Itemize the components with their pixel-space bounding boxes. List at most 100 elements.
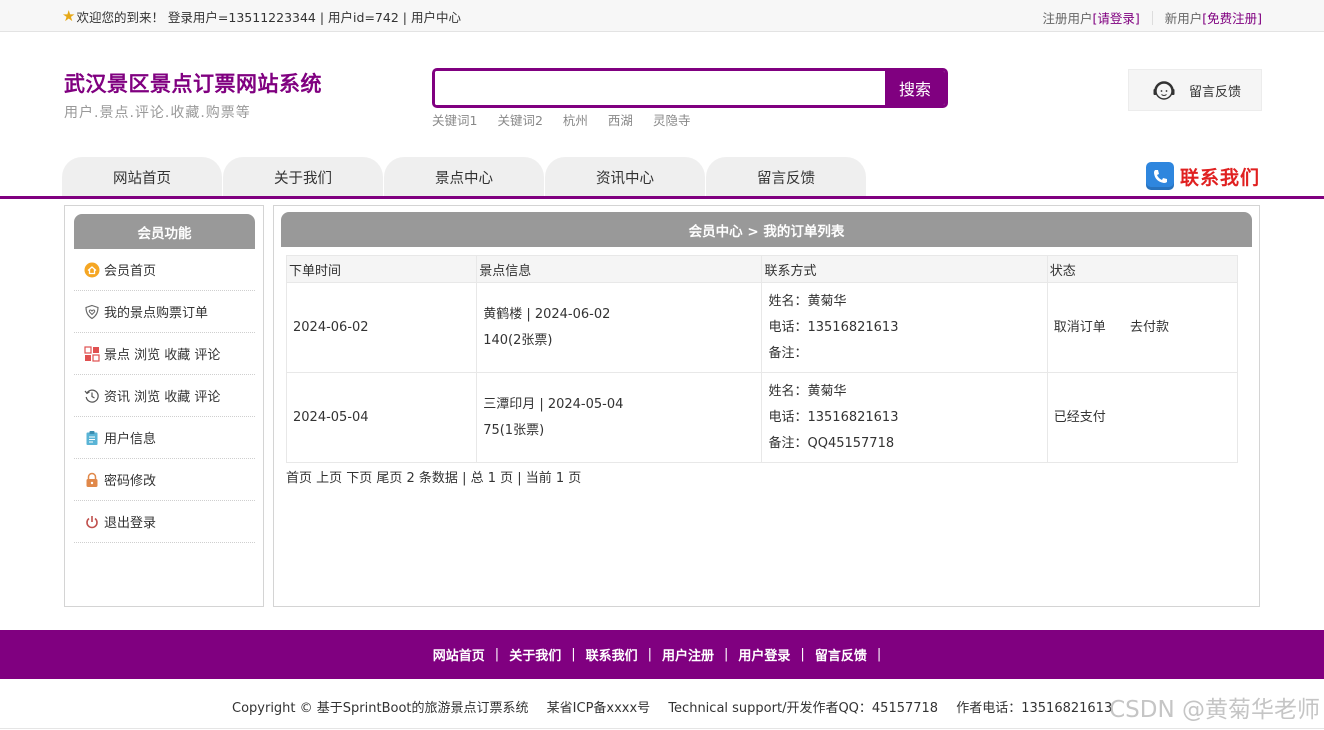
order-status: 取消订单 去付款 [1046,282,1239,373]
icp-number: 某省ICP备xxxx号 [546,701,651,716]
column-header: 景点信息 [476,255,763,283]
footer-nav: 网站首页 | 关于我们 | 联系我们 | 用户注册 | 用户登录 | 留言反馈 | [0,630,1324,679]
sidebar-item-label: 退出登录 [104,516,157,531]
login-link[interactable]: [请登录] [1092,8,1139,27]
free-register-link[interactable]: [免费注册] [1202,8,1262,27]
sidebar-item-member-home[interactable]: 会员首页 [74,249,255,291]
author-phone: 作者电话：13516821613 [956,701,1113,716]
nav-divider [0,196,1324,199]
cancel-order-link[interactable]: 取消订单 [1054,320,1106,335]
history-icon [84,388,100,404]
keyword-link[interactable]: 西湖 [608,110,633,129]
shield-heart-icon [84,304,100,320]
site-name[interactable]: 武汉景区景点订票网站系统 [64,68,322,98]
column-header: 联系方式 [761,255,1048,283]
footer-separator: | [876,647,882,662]
search-button[interactable]: 搜索 [885,71,945,105]
site-brand: 武汉景区景点订票网站系统 用户.景点.评论.收藏.购票等 [64,68,322,122]
sidebar-item-label: 会员首页 [104,264,157,279]
table-row: 2024-06-02 黄鹤楼 | 2024-06-02 140(2张票) 姓名：… [285,282,1239,373]
register-prefix: 注册用户 [1042,11,1093,26]
sidebar-item-label: 用户信息 [104,432,157,447]
headset-icon [1153,81,1175,100]
column-header: 下单时间 [285,255,478,283]
nav-item-home[interactable]: 网站首页 [62,157,222,197]
keyword-link[interactable]: 灵隐寺 [653,110,691,129]
nav-item-feedback[interactable]: 留言反馈 [706,157,866,197]
footer-link-feedback[interactable]: 留言反馈 [815,645,867,664]
keyword-link[interactable]: 杭州 [563,110,588,129]
clipboard-icon [84,430,100,446]
order-table: 下单时间 景点信息 联系方式 状态 2024-06-02 黄鹤楼 | 2024-… [285,255,1239,463]
member-sidebar: 会员功能 会员首页 我的景点购票订单 景点 浏览 收藏 评论 资讯 浏览 收藏 … [64,205,264,607]
spot-name-date: 黄鹤楼 | 2024-06-02 [483,306,611,322]
contact-note: 备注： [768,345,808,361]
phone-icon [1146,162,1174,190]
sidebar-menu: 会员首页 我的景点购票订单 景点 浏览 收藏 评论 资讯 浏览 收藏 评论 用户… [74,249,255,543]
newuser-prefix: 新用户 [1164,11,1203,26]
welcome-text[interactable]: 欢迎您的到来！ 登录用户=13511223344 | 用户id=742 | 用户… [76,7,461,26]
sidebar-title: 会员功能 [74,214,255,249]
footer-link-register[interactable]: 用户注册 [662,645,714,664]
order-panel: 会员中心 > 我的订单列表 下单时间 景点信息 联系方式 状态 2024-06-… [273,205,1260,607]
nav-item-news[interactable]: 资讯中心 [545,157,705,197]
copyright: Copyright © 基于SprintBoot的旅游景点订票系统 某省ICP备… [232,697,1126,716]
nav-item-spots[interactable]: 景点中心 [384,157,544,197]
footer-separator: | [571,647,576,662]
welcome-area: ★ 欢迎您的到来！ 登录用户=13511223344 | 用户id=742 | … [62,7,461,26]
nav-item-about[interactable]: 关于我们 [223,157,383,197]
sidebar-item-label: 景点 浏览 收藏 评论 [104,348,221,363]
contact-name: 姓名：黄菊华 [768,293,847,309]
search-bar: 搜索 [432,68,948,108]
order-date: 2024-05-04 [285,372,478,463]
footer-separator: | [800,647,805,662]
footer-link-contact[interactable]: 联系我们 [586,645,638,664]
sidebar-item-password[interactable]: 密码修改 [74,459,255,501]
contact-phone: 电话：13516821613 [768,319,899,335]
contact-phone: 电话：13516821613 [768,409,899,425]
watermark: CSDN @黄菊华老师 [1109,697,1320,723]
sidebar-item-label: 我的景点购票订单 [104,306,209,321]
sidebar-item-spots[interactable]: 景点 浏览 收藏 评论 [74,333,255,375]
search-keywords: 关键词1 关键词2 杭州 西湖 灵隐寺 [432,110,690,129]
footer-link-login[interactable]: 用户登录 [738,645,790,664]
footer-link-about[interactable]: 关于我们 [509,645,561,664]
pagination[interactable]: 首页 上页 下页 尾页 2 条数据 | 总 1 页 | 当前 1 页 [286,467,581,486]
footer-separator: | [647,647,652,662]
footer-link-home[interactable]: 网站首页 [433,645,485,664]
bottom-divider [0,728,1324,729]
sidebar-item-label: 密码修改 [104,474,157,489]
sidebar-item-orders[interactable]: 我的景点购票订单 [74,291,255,333]
contact-info: 姓名：黄菊华 电话：13516821613 备注：QQ45157718 [761,372,1048,463]
support-qq: Technical support/开发作者QQ：45157718 [668,701,939,716]
top-bar: ★ 欢迎您的到来！ 登录用户=13511223344 | 用户id=742 | … [0,0,1324,32]
keyword-link[interactable]: 关键词2 [497,110,542,129]
panel-title: 会员中心 > 我的订单列表 [281,212,1252,247]
contact-us[interactable]: 联系我们 [1146,162,1260,190]
star-icon: ★ [62,7,76,25]
sidebar-item-user-info[interactable]: 用户信息 [74,417,255,459]
pay-link[interactable]: 去付款 [1130,320,1169,335]
table-header-row: 下单时间 景点信息 联系方式 状态 [285,255,1239,283]
divider [1151,10,1153,25]
spot-price-tickets: 140(2张票) [483,332,553,348]
contact-info: 姓名：黄菊华 电话：13516821613 备注： [761,282,1048,373]
sidebar-item-label: 资讯 浏览 收藏 评论 [104,390,221,405]
spot-info: 黄鹤楼 | 2024-06-02 140(2张票) [476,282,763,373]
main-nav: 网站首页 关于我们 景点中心 资讯中心 留言反馈 [62,157,867,197]
home-icon [84,262,100,278]
search-input[interactable] [435,71,885,105]
grid-icon [84,345,100,362]
footer-separator: | [724,647,729,662]
order-status: 已经支付 [1046,372,1239,463]
keyword-link[interactable]: 关键词1 [432,110,477,129]
sidebar-item-news[interactable]: 资讯 浏览 收藏 评论 [74,375,255,417]
sidebar-item-logout[interactable]: 退出登录 [74,501,255,543]
spot-price-tickets: 75(1张票) [483,422,545,438]
contact-note: 备注：QQ45157718 [768,435,895,451]
feedback-button[interactable]: 留言反馈 [1128,69,1262,111]
contact-name: 姓名：黄菊华 [768,383,847,399]
footer-separator: | [494,647,500,662]
site-slogan: 用户.景点.评论.收藏.购票等 [64,105,251,121]
lock-icon [84,472,100,488]
